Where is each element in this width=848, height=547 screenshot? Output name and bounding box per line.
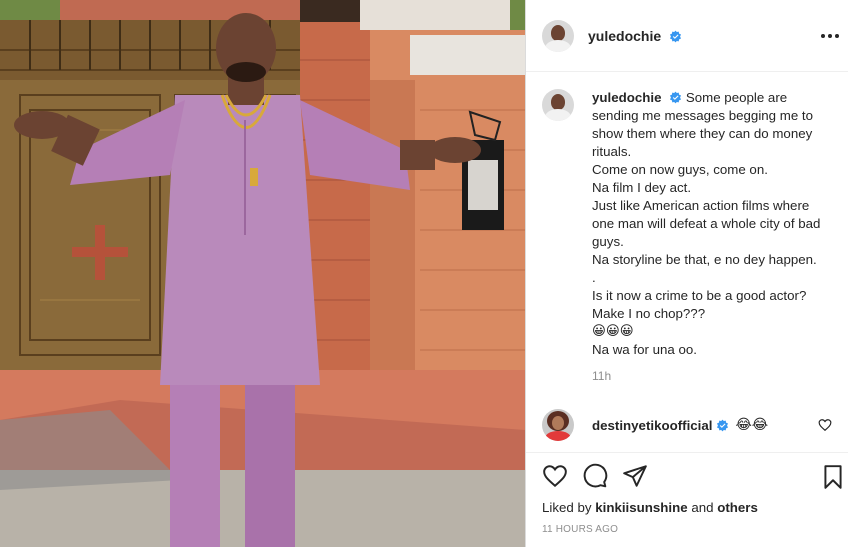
caption-line: Na storyline be that, e no dey happen.: [592, 252, 817, 267]
comment-icon[interactable]: [582, 463, 608, 489]
post-timestamp[interactable]: 11 HOURS AGO: [542, 524, 832, 535]
share-icon[interactable]: [622, 463, 648, 489]
caption-line: .: [592, 270, 596, 285]
author-username-text[interactable]: yuledochie: [588, 28, 661, 44]
caption-time[interactable]: 11h: [592, 367, 832, 385]
caption-line: Just like American action films where on…: [592, 198, 821, 249]
caption-line: Come on now guys, come on.: [592, 162, 768, 177]
post-side-panel: yuledochie yuledochie Some people are se…: [525, 0, 848, 547]
bookmark-icon[interactable]: [820, 464, 846, 490]
likes-others-link[interactable]: others: [717, 500, 758, 515]
post-header: yuledochie: [526, 0, 848, 72]
commenter-avatar[interactable]: [542, 409, 574, 441]
instagram-post-modal: yuledochie yuledochie Some people are se…: [0, 0, 848, 547]
comment-item: destinyetikoofficial 😂😂: [542, 409, 832, 441]
liked-by-user[interactable]: kinkiisunshine: [595, 500, 687, 515]
caption-line: Na film I dey act.: [592, 180, 692, 195]
verified-badge-icon: [717, 419, 729, 431]
post-image: [0, 0, 525, 547]
caption-line: Make I no chop???: [592, 306, 706, 321]
comments-section: yuledochie Some people are sending me me…: [526, 73, 848, 451]
caption-line: Na wa for una oo.: [592, 342, 697, 357]
post-actions: Liked by kinkiisunshine and others 11 HO…: [526, 452, 848, 547]
likes-joiner: and: [691, 500, 714, 515]
comment-like-heart-icon[interactable]: [818, 418, 832, 432]
likes-summary: Liked by kinkiisunshine and others: [542, 499, 832, 517]
caption-emoji-line: 😀😀😀: [592, 324, 634, 339]
caption-body: yuledochie Some people are sending me me…: [592, 89, 832, 385]
action-icons-row: [542, 453, 842, 499]
more-options-icon[interactable]: [818, 26, 842, 46]
author-avatar[interactable]: [542, 19, 574, 52]
verified-badge-icon: [670, 30, 682, 42]
caption-line: Is it now a crime to be a good actor?: [592, 288, 807, 303]
likes-prefix: Liked by: [542, 500, 592, 515]
caption-author[interactable]: yuledochie: [592, 90, 661, 105]
heart-icon[interactable]: [542, 463, 568, 489]
caption-author-avatar[interactable]: [542, 89, 574, 121]
comment-text: 😂😂: [735, 417, 769, 433]
post-photo[interactable]: [0, 0, 525, 547]
commenter-username[interactable]: destinyetikoofficial: [592, 418, 712, 433]
author-username[interactable]: yuledochie: [588, 28, 682, 44]
post-caption: yuledochie Some people are sending me me…: [542, 89, 832, 385]
verified-badge-icon: [670, 91, 682, 104]
